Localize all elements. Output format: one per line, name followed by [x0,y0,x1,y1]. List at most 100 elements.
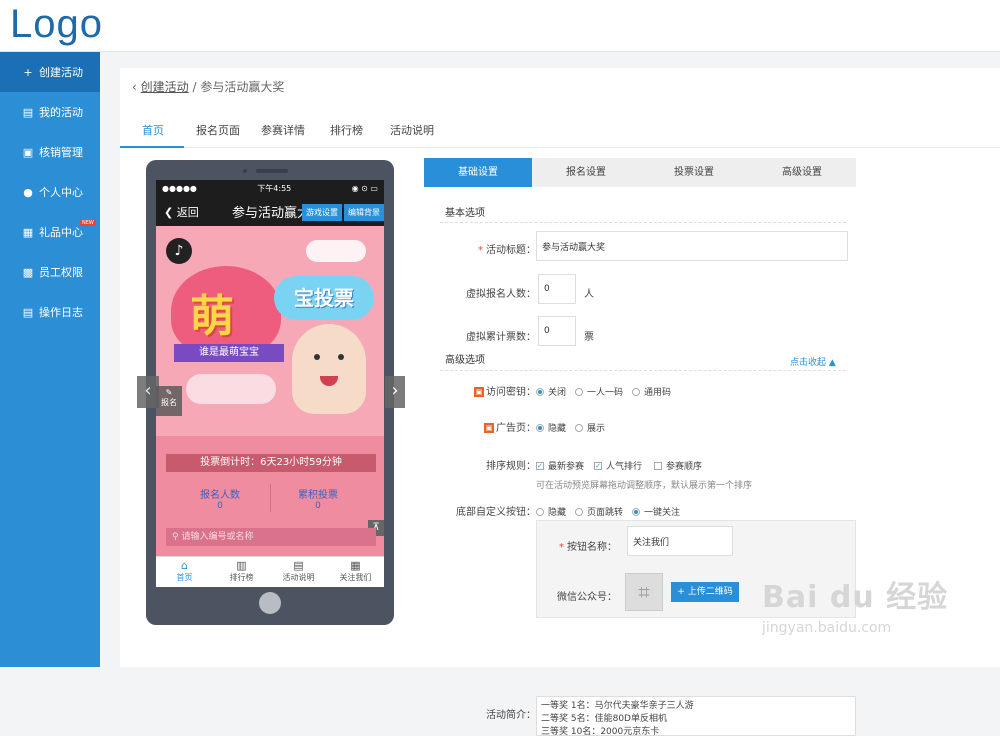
sidebar-item-verification[interactable]: ▣ 核销管理 [0,132,100,172]
ad-option-hide[interactable]: 隐藏 [536,421,566,434]
tab-label: 排行榜 [229,573,254,582]
baby-illustration [292,324,366,414]
signups-unit: 人 [584,289,594,300]
breadcrumb: ‹ 创建活动 / 参与活动赢大奖 [132,78,284,95]
logo[interactable]: Logo [10,2,103,47]
breadcrumb-separator: / [192,80,197,94]
sidebar-item-label: 我的活动 [39,106,83,119]
phone-tab-home[interactable]: ⌂ 首页 [156,557,213,587]
plus-icon: + [23,65,33,79]
upload-qr-button[interactable]: + 上传二维码 [671,582,739,602]
next-arrow-button[interactable]: › [385,376,405,408]
sidebar-item-label: 核销管理 [39,146,83,159]
bottom-option-follow[interactable]: 一键关注 [632,505,680,518]
sidebar-item-create[interactable]: + 创建活动 [0,52,100,92]
sidebar-item-profile[interactable]: ● 个人中心 [0,172,100,212]
log-icon: ▤ [22,305,34,319]
option-label: 关闭 [548,388,567,398]
tab-description[interactable]: 活动说明 [390,122,434,138]
tab-vote-settings[interactable]: 投票设置 [640,158,748,187]
tab-ranking[interactable]: 排行榜 [330,122,363,138]
collapse-label: 点击收起 [790,358,827,368]
phone-tab-ranking[interactable]: ▥ 排行榜 [213,557,270,587]
signup-floating-button[interactable]: ✎ 报名 [156,386,182,416]
intro-line: 三等奖 10名：2000元京东卡 [541,727,660,736]
phone-tab-bar: ⌂ 首页 ▥ 排行榜 ▤ 活动说明 ▦ 关注我们 [156,556,384,587]
radio-unchecked [575,507,583,516]
phone-nav-bar: ❮ 返回 参与活动赢大奖 游戏设置 编辑背景 [156,196,384,226]
tab-advanced-settings[interactable]: 高级设置 [748,158,856,187]
tab-home[interactable]: 首页 [142,122,164,138]
bottom-option-redirect[interactable]: 页面跳转 [575,505,623,518]
lock-icon: ▩ [22,265,34,279]
back-label: 返回 [176,206,199,219]
virtual-votes-input[interactable]: 0 [538,316,576,346]
access-option-universal[interactable]: 通用码 [632,385,671,398]
phone-tab-description[interactable]: ▤ 活动说明 [270,557,327,587]
watermark-url: jingyan.baidu.com [762,620,892,636]
label-text: 活动标题： [486,245,536,256]
sidebar-item-my-activities[interactable]: ▤ 我的活动 [0,92,100,132]
access-option-per-person[interactable]: 一人一码 [575,385,623,398]
stat-value: 0 [315,501,321,511]
sidebar-item-gifts[interactable]: ▦ 礼品中心 NEW [0,212,100,252]
intro-line: 二等奖 5名：佳能80D单反相机 [541,714,667,724]
sort-option-order[interactable]: 参赛顺序 [654,459,702,472]
tab-label: 首页 [176,573,193,582]
tab-label: 关注我们 [339,573,372,582]
label-text: 广告页： [496,423,536,434]
tab-signup-page[interactable]: 报名页面 [196,122,240,138]
chevron-left-icon[interactable]: ‹ [132,80,137,94]
label-text: 按钮名称： [567,542,617,553]
access-key-label: ▣ 访问密钥： [424,383,536,398]
access-option-off[interactable]: 关闭 [536,385,566,398]
tab-basic-settings[interactable]: 基础设置 [424,158,532,187]
option-label: 页面跳转 [587,508,624,518]
phone-tab-follow[interactable]: ▦ 关注我们 [327,557,384,587]
basic-options-title: 基本选项 [445,208,485,219]
game-settings-button[interactable]: 游戏设置 [302,204,342,221]
edit-icon: ✎ [165,388,173,397]
virtual-signups-input[interactable]: 0 [538,274,576,304]
bottom-option-hide[interactable]: 隐藏 [536,505,566,518]
stat-label: 累积投票 [298,490,338,501]
edit-background-button[interactable]: 编辑背景 [344,204,384,221]
ad-option-show[interactable]: 展示 [575,421,605,434]
intro-textarea[interactable]: 一等奖 1名：马尔代夫豪华亲子三人游 二等奖 5名：佳能80D单反相机 三等奖 … [536,696,856,736]
home-icon: ⌂ [181,559,188,572]
phone-status-bar: ●●●●● 下午4:55 ◉ ⊙ ▭ [156,180,384,196]
votes-unit: 票 [584,332,594,343]
required-mark: * [478,245,483,256]
radio-checked [536,423,544,432]
sidebar-item-staff[interactable]: ▩ 员工权限 [0,252,100,292]
required-mark: * [559,542,564,553]
eye-shape [314,354,320,360]
option-label: 人气排行 [606,462,643,472]
activity-title-input[interactable]: 参与活动赢大奖 [536,231,848,261]
watermark-logo: Bai du 经验 [762,580,949,615]
sort-option-latest[interactable]: ✓ 最新参赛 [536,459,584,472]
divider [440,370,846,371]
sort-option-popularity[interactable]: ✓ 人气排行 [594,459,642,472]
virtual-votes-label: 虚拟累计票数： [466,332,536,343]
option-label: 隐藏 [548,508,567,518]
stat-value: 0 [217,501,223,511]
button-name-input[interactable]: 关注我们 [627,526,733,556]
option-label: 一键关注 [644,508,681,518]
sidebar: + 创建活动 ▤ 我的活动 ▣ 核销管理 ● 个人中心 ▦ 礼品中心 NEW ▩ 员工权限 ▤… [0,52,100,667]
breadcrumb-parent[interactable]: 创建活动 [141,80,189,94]
music-icon[interactable]: ♪ [166,238,192,264]
tab-signup-settings[interactable]: 报名设置 [532,158,640,187]
phone-back-button[interactable]: ❮ 返回 [164,204,199,220]
checkbox-checked: ✓ [594,461,602,470]
sort-rule-label: 排序规则： [486,461,536,472]
sidebar-item-label: 操作日志 [39,306,83,319]
collapse-link[interactable]: 点击收起 ▲ [790,355,836,368]
settings-panel: 基础设置 报名设置 投票设置 高级设置 基本选项 * 活动标题： 参与活动赢大奖 … [424,158,856,736]
tab-entry-details[interactable]: 参赛详情 [261,122,305,138]
phone-search-input[interactable]: ⚲ 请输入编号或名称 [166,528,376,546]
caret-up-icon: ▲ [828,358,836,368]
radio-unchecked [575,423,583,432]
signal-indicator: ●●●●● [162,183,197,193]
sidebar-item-log[interactable]: ▤ 操作日志 [0,292,100,332]
